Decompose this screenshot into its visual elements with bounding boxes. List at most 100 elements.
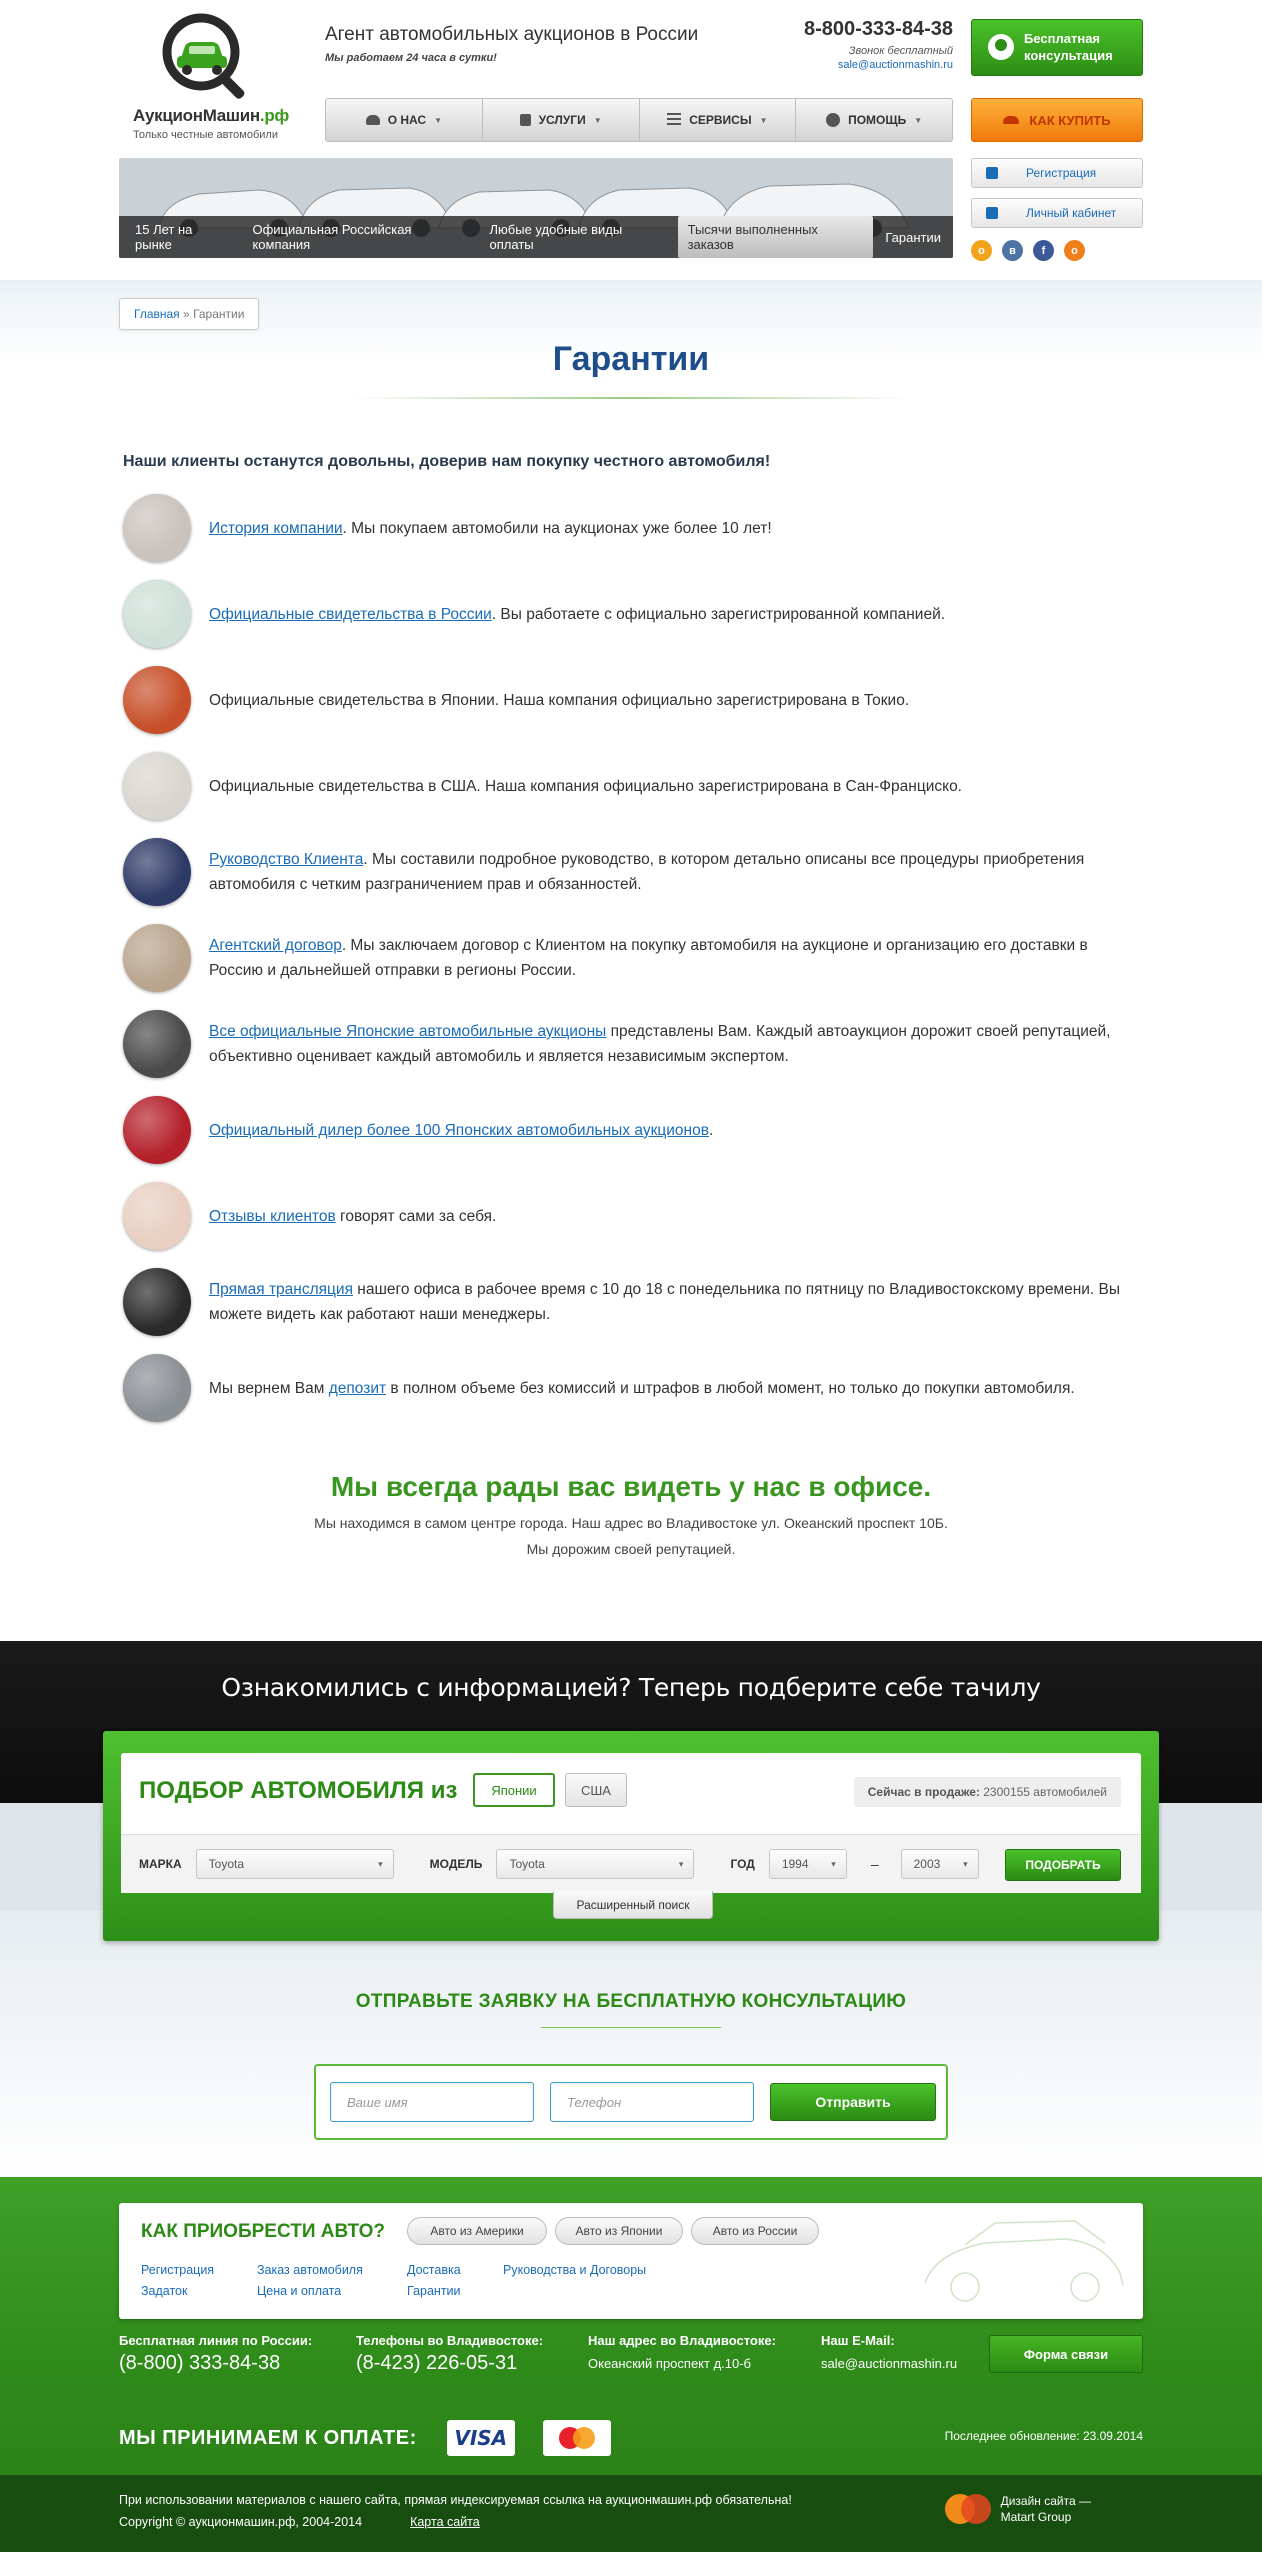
sitemap-link[interactable]: Карта сайта — [410, 2515, 480, 2529]
guarantee-thumbnail — [123, 1182, 191, 1250]
source-japan-toggle[interactable]: Японии — [473, 1773, 555, 1807]
model-select[interactable]: Toyota — [496, 1849, 695, 1879]
guarantee-link[interactable]: История компании — [209, 520, 343, 537]
guarantee-link[interactable]: Официальные свидетельства в России — [209, 606, 492, 623]
nav-item-tools[interactable]: СЕРВИСЫ ▼ — [640, 99, 797, 141]
facebook-icon[interactable]: f — [1033, 240, 1054, 261]
main-content: Главная » Гарантии Гарантии Наши клиенты… — [0, 280, 1262, 2177]
footer-link-delivery[interactable]: Доставка — [407, 2263, 461, 2277]
guarantee-thumbnail — [123, 924, 191, 992]
guarantee-thumbnail — [123, 494, 191, 562]
email-label: Наш E-Mail: — [821, 2333, 895, 2348]
guarantee-item: Агентский договор. Мы заключаем договор … — [119, 915, 1143, 1001]
free-consultation-button[interactable]: Бесплатная консультация — [971, 19, 1143, 76]
operator-icon — [988, 34, 1014, 60]
footer: КАК ПРИОБРЕСТИ АВТО? Авто из Америки Авт… — [0, 2177, 1262, 2552]
advanced-search-button[interactable]: Расширенный поиск — [553, 1891, 713, 1919]
consultation-title: ОТПРАВЬТЕ ЗАЯВКУ НА БЕСПЛАТНУЮ КОНСУЛЬТА… — [355, 1991, 907, 2012]
how-to-buy-title: КАК ПРИОБРЕСТИ АВТО? — [141, 2221, 385, 2242]
matart-logo-icon — [944, 2494, 991, 2524]
guarantee-text: Руководство Клиента. Мы составили подроб… — [209, 851, 1085, 893]
search-panel: ПОДБОР АВТОМОБИЛЯ из Японии США Сейчас в… — [103, 1731, 1159, 1941]
phone-number[interactable]: 8-800-333-84-38 — [804, 18, 953, 41]
footer-link-guarantees[interactable]: Гарантии — [407, 2284, 461, 2298]
cabinet-button[interactable]: Личный кабинет — [971, 198, 1143, 228]
contact-form-button[interactable]: Форма связи — [989, 2335, 1143, 2373]
guarantee-link[interactable]: Руководство Клиента — [209, 851, 363, 868]
footer-link-order[interactable]: Заказ автомобиля — [257, 2263, 363, 2277]
guarantee-item: Официальные свидетельства в России. Вы р… — [119, 571, 1143, 657]
odnoklassniki-icon[interactable]: о — [971, 240, 992, 261]
office-reputation: Мы дорожим своей репутацией. — [526, 1541, 736, 1557]
source-usa-toggle[interactable]: США — [565, 1773, 627, 1807]
mastercard-logo — [542, 2420, 611, 2456]
banner-tab[interactable]: Официальная Российская компания — [242, 216, 477, 258]
caret-down-icon: ▼ — [434, 115, 443, 125]
search-submit-button[interactable]: ПОДОБРАТЬ — [1005, 1849, 1121, 1881]
banner-tab[interactable]: Любые удобные виды оплаты — [480, 216, 676, 258]
search-form: ПОДБОР АВТОМОБИЛЯ из Японии США Сейчас в… — [121, 1753, 1141, 1893]
guarantee-thumbnail — [123, 838, 191, 906]
last-updated: Последнее обновление: 23.09.2014 — [944, 2429, 1143, 2443]
register-button[interactable]: Регистрация — [971, 158, 1143, 188]
car-sketch-icon — [924, 2220, 1124, 2302]
origin-russia-button[interactable]: Авто из России — [691, 2217, 819, 2245]
nav-item-help[interactable]: ПОМОЩЬ ▼ — [796, 99, 952, 141]
banner-tab-active[interactable]: Тысячи выполненных заказов — [677, 216, 874, 258]
breadcrumb-home[interactable]: Главная — [134, 307, 180, 321]
nav-item-about[interactable]: О НАС ▼ — [326, 99, 483, 141]
name-input[interactable]: Ваше имя — [330, 2082, 534, 2122]
car-icon — [1003, 116, 1020, 124]
designer-credit[interactable]: Дизайн сайта — Matart Group — [944, 2493, 1091, 2525]
guarantee-item: Отзывы клиентов говорят сами за себя. — [119, 1173, 1143, 1259]
social-links: о в f о — [971, 240, 1085, 261]
origin-japan-button[interactable]: Авто из Японии — [555, 2217, 683, 2245]
logo-name: АукционМашин.рф — [133, 106, 289, 125]
caret-down-icon: ▼ — [593, 115, 602, 125]
year-to-select[interactable]: 2003 — [900, 1849, 979, 1879]
nav-item-services[interactable]: УСЛУГИ ▼ — [483, 99, 640, 141]
odnoklassniki-orange-icon[interactable]: о — [1064, 240, 1085, 261]
tagline-subtitle: Мы работаем 24 часа в сутки! — [325, 52, 497, 64]
footer-link-register[interactable]: Регистрация — [141, 2263, 214, 2277]
logo[interactable]: АукционМашин.рф Только честные автомобил… — [119, 12, 299, 147]
send-request-button[interactable]: Отправить — [770, 2083, 936, 2121]
footer-link-docs[interactable]: Руководства и Договоры — [503, 2263, 646, 2277]
header-email-link[interactable]: sale@auctionmashin.ru — [804, 59, 953, 71]
guarantee-text: Все официальные Японские автомобильные а… — [209, 1023, 1111, 1065]
guarantee-item: История компании. Мы покупаем автомобили… — [119, 485, 1143, 571]
guarantee-link[interactable]: депозит — [329, 1380, 386, 1397]
free-line-phone[interactable]: (8-800) 333-84-38 — [119, 2352, 312, 2375]
intro-text: Наши клиенты останутся довольны, доверив… — [123, 453, 771, 470]
car-icon — [365, 115, 380, 125]
lock-icon — [986, 207, 998, 219]
lock-icon — [519, 114, 531, 126]
caret-down-icon: ▼ — [914, 115, 923, 125]
banner-tab[interactable]: Гарантии — [875, 224, 951, 251]
consultation-divider — [541, 2027, 721, 2028]
copyright: Copyright © аукционмашин.рф, 2004-2014 — [119, 2515, 363, 2529]
guarantee-link[interactable]: Официальный дилер более 100 Японских авт… — [209, 1122, 709, 1139]
guarantee-item: Все официальные Японские автомобильные а… — [119, 1001, 1143, 1087]
consultation-section: ОТПРАВЬТЕ ЗАЯВКУ НА БЕСПЛАТНУЮ КОНСУЛЬТА… — [0, 1911, 1262, 2177]
phone-note: Звонок бесплатный — [848, 45, 953, 57]
vl-phone[interactable]: (8-423) 226-05-31 — [356, 2352, 543, 2375]
phone-input[interactable]: Телефон — [550, 2082, 754, 2122]
guarantee-link[interactable]: Агентский договор — [209, 937, 342, 954]
year-from-select[interactable]: 1994 — [768, 1849, 847, 1879]
guarantee-thumbnail — [123, 580, 191, 648]
banner-tab[interactable]: 15 Лет на рынке — [125, 216, 240, 258]
footer-link-deposit[interactable]: Задаток — [141, 2284, 187, 2298]
how-to-buy-button[interactable]: КАК КУПИТЬ — [971, 98, 1143, 142]
footer-link-price[interactable]: Цена и оплата — [257, 2284, 341, 2298]
origin-usa-button[interactable]: Авто из Америки — [407, 2217, 547, 2245]
guarantee-link[interactable]: Все официальные Японские автомобильные а… — [209, 1023, 606, 1040]
vk-icon[interactable]: в — [1002, 240, 1023, 261]
make-select[interactable]: Toyota — [195, 1849, 394, 1879]
guarantee-link[interactable]: Прямая трансляция — [209, 1281, 353, 1298]
footer-email[interactable]: sale@auctionmashin.ru — [821, 2356, 957, 2371]
how-to-buy-box: КАК ПРИОБРЕСТИ АВТО? Авто из Америки Авт… — [119, 2203, 1143, 2319]
office-title: Мы всегда рады вас видеть у нас в офисе. — [330, 1471, 932, 1502]
footer-contacts: Бесплатная линия по России: (8-800) 333-… — [119, 2333, 1143, 2393]
guarantee-link[interactable]: Отзывы клиентов — [209, 1208, 336, 1225]
